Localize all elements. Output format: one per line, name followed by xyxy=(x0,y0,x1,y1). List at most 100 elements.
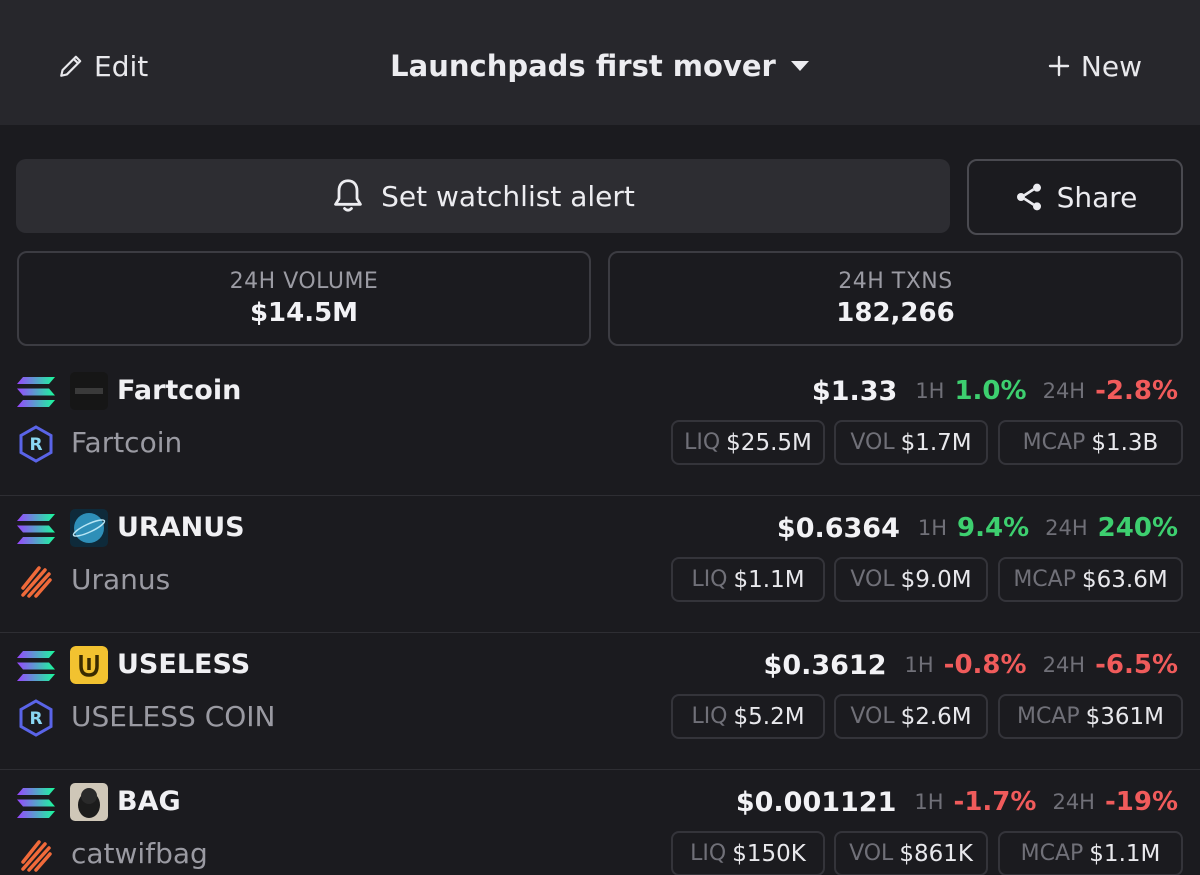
vol-label: VOL xyxy=(850,704,895,729)
svg-text:R: R xyxy=(29,435,42,455)
change-1h-value: -0.8% xyxy=(943,650,1027,680)
change-1h-label: 1H xyxy=(914,790,944,814)
change-24h-label: 24H xyxy=(1042,653,1086,677)
token-name: Fartcoin xyxy=(71,426,183,459)
mcap-pill: MCAP $63.6M xyxy=(998,557,1183,602)
mcap-value: $63.6M xyxy=(1081,566,1168,593)
mcap-value: $361M xyxy=(1085,703,1165,730)
vol-label: VOL xyxy=(849,841,894,866)
change-24h-value: -2.8% xyxy=(1095,376,1178,406)
liquidity-pill: LIQ $1.1M xyxy=(671,557,825,602)
change-24h-value: -19% xyxy=(1104,787,1178,817)
volume-pill: VOL $1.7M xyxy=(834,420,988,465)
vol-value: $861K xyxy=(899,840,973,867)
mcap-pill: MCAP $1.3B xyxy=(998,420,1183,465)
mcap-pill: MCAP $1.1M xyxy=(998,831,1183,875)
svg-text:R: R xyxy=(29,709,42,729)
volume-pill: VOL $9.0M xyxy=(834,557,988,602)
solana-icon xyxy=(17,377,55,407)
watchlist-selector[interactable]: Launchpads first mover xyxy=(0,46,1200,86)
liq-label: LIQ xyxy=(690,841,727,866)
price-group: $0.001121 1H -1.7% 24H -19% xyxy=(736,782,1178,822)
liquidity-pill: LIQ $25.5M xyxy=(671,420,825,465)
share-icon xyxy=(1013,181,1045,213)
change-1h-value: -1.7% xyxy=(953,787,1037,817)
solana-icon xyxy=(17,651,55,681)
token-logo xyxy=(70,372,108,410)
change-1h-value: 9.4% xyxy=(957,513,1030,543)
token-symbol: Fartcoin xyxy=(117,375,242,406)
token-name: Uranus xyxy=(71,563,171,596)
change-1h-label: 1H xyxy=(915,379,945,403)
vol-value: $9.0M xyxy=(900,566,972,593)
mcap-pill: MCAP $361M xyxy=(998,694,1183,739)
vol-label: VOL xyxy=(850,430,895,455)
token-logo xyxy=(70,783,108,821)
token-row[interactable]: URANUS Uranus $0.6364 1H 9.4% 24H 240% L… xyxy=(0,496,1200,633)
volume-pill: VOL $861K xyxy=(834,831,988,875)
token-logo xyxy=(70,509,108,547)
vol-value: $1.7M xyxy=(900,429,972,456)
mcap-label: MCAP xyxy=(1022,430,1086,455)
change-24h-label: 24H xyxy=(1045,516,1088,540)
caret-down-icon xyxy=(790,60,810,72)
token-symbol: USELESS xyxy=(117,649,251,680)
liquidity-pill: LIQ $150K xyxy=(671,831,825,875)
token-price: $1.33 xyxy=(811,375,898,407)
liq-label: LIQ xyxy=(691,567,728,592)
mcap-value: $1.1M xyxy=(1089,840,1161,867)
token-row[interactable]: BAG catwifbag $0.001121 1H -1.7% 24H -19… xyxy=(0,770,1200,875)
liq-value: $5.2M xyxy=(733,703,805,730)
volume-value: $14.5M xyxy=(249,298,359,328)
token-price: $0.3612 xyxy=(763,649,887,681)
alert-label: Set watchlist alert xyxy=(381,179,635,213)
solana-icon xyxy=(17,788,55,818)
share-label: Share xyxy=(1056,180,1138,214)
new-label: New xyxy=(1080,49,1142,83)
share-button[interactable]: Share xyxy=(967,159,1183,235)
set-watchlist-alert-button[interactable]: Set watchlist alert xyxy=(16,159,950,233)
watchlist-title: Launchpads first mover xyxy=(390,49,776,83)
change-24h-value: -6.5% xyxy=(1095,650,1178,680)
change-24h-value: 240% xyxy=(1097,513,1178,543)
volume-pill: VOL $2.6M xyxy=(834,694,988,739)
pumpfun-icon xyxy=(17,836,55,874)
token-row[interactable]: R Fartcoin Fartcoin $1.33 1H 1.0% 24H -2… xyxy=(0,359,1200,496)
mcap-label: MCAP xyxy=(1013,567,1076,592)
change-24h-label: 24H xyxy=(1052,790,1095,814)
token-name: USELESS COIN xyxy=(71,700,276,733)
price-group: $0.6364 1H 9.4% 24H 240% xyxy=(777,508,1178,548)
liquidity-pill: LIQ $5.2M xyxy=(671,694,825,739)
liq-label: LIQ xyxy=(691,704,728,729)
token-row[interactable]: R USELESS USELESS COIN $0.3612 1H -0.8% … xyxy=(0,633,1200,770)
raydium-icon: R xyxy=(17,425,55,463)
token-price: $0.6364 xyxy=(776,512,900,544)
txns-label: 24H TXNS xyxy=(838,269,953,294)
liq-value: $25.5M xyxy=(726,429,812,456)
liq-value: $150K xyxy=(732,840,806,867)
price-group: $1.33 1H 1.0% 24H -2.8% xyxy=(812,371,1178,411)
liq-value: $1.1M xyxy=(733,566,805,593)
plus-icon xyxy=(1047,54,1071,78)
token-logo xyxy=(70,646,108,684)
change-1h-value: 1.0% xyxy=(954,376,1027,406)
new-button[interactable]: New xyxy=(1047,46,1142,86)
volume-label: 24H VOLUME xyxy=(229,269,379,294)
mcap-label: MCAP xyxy=(1020,841,1084,866)
token-symbol: BAG xyxy=(117,786,181,817)
liq-label: LIQ xyxy=(684,430,721,455)
solana-icon xyxy=(17,514,55,544)
top-bar: Edit Launchpads first mover New xyxy=(0,0,1200,125)
vol-label: VOL xyxy=(850,567,895,592)
token-price: $0.001121 xyxy=(735,786,897,818)
txns-value: 182,266 xyxy=(836,298,955,328)
pumpfun-icon xyxy=(17,562,55,600)
change-1h-label: 1H xyxy=(917,516,948,540)
change-24h-label: 24H xyxy=(1042,379,1086,403)
volume-stat-card: 24H VOLUME $14.5M xyxy=(17,251,591,346)
bell-icon xyxy=(331,178,365,214)
token-symbol: URANUS xyxy=(117,512,245,543)
change-1h-label: 1H xyxy=(904,653,934,677)
mcap-value: $1.3B xyxy=(1091,429,1159,456)
token-name: catwifbag xyxy=(71,837,208,870)
